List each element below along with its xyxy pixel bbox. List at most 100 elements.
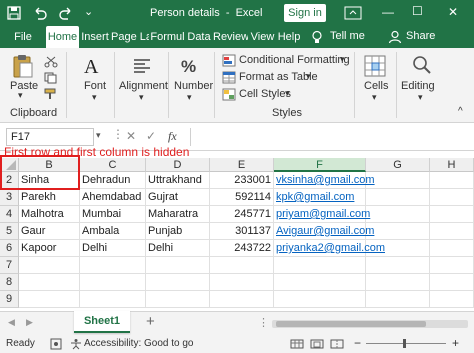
tab-review[interactable]: Review: [213, 26, 248, 48]
zoom-out-button[interactable]: −: [354, 336, 361, 350]
page-break-preview-icon[interactable]: [330, 339, 344, 349]
cell-styles-button[interactable]: Cell Styles: [239, 88, 291, 100]
column-header-f[interactable]: F: [274, 158, 366, 172]
cell-g7[interactable]: [366, 257, 430, 274]
scrollbar-thumb[interactable]: [276, 321, 426, 327]
alignment-group-label[interactable]: Alignment: [119, 80, 168, 92]
cell-d6[interactable]: Delhi: [146, 240, 210, 257]
name-box[interactable]: F17: [6, 128, 94, 146]
cell-f5[interactable]: Avigaur@gmail.com: [274, 223, 374, 240]
column-header-c[interactable]: C: [80, 158, 146, 172]
tab-data[interactable]: Data: [186, 26, 212, 48]
new-sheet-button[interactable]: +: [146, 313, 155, 330]
cell-c8[interactable]: [80, 274, 146, 291]
cell-f7[interactable]: [274, 257, 366, 274]
zoom-slider-thumb[interactable]: [403, 339, 406, 348]
cell-e2[interactable]: 233001: [210, 172, 274, 189]
cells-dropdown-icon[interactable]: ▾: [372, 92, 377, 103]
cell-c4[interactable]: Mumbai: [80, 206, 146, 223]
tell-me-search[interactable]: Tell me: [330, 30, 365, 42]
editing-group-label[interactable]: Editing: [401, 80, 435, 92]
previous-sheet-icon[interactable]: ◀: [8, 317, 15, 328]
insert-function-button[interactable]: fx: [168, 129, 177, 144]
cell-h6[interactable]: [430, 240, 474, 257]
next-sheet-icon[interactable]: ▶: [26, 317, 33, 328]
cell-d9[interactable]: [146, 291, 210, 308]
cell-b3[interactable]: Parekh: [19, 189, 80, 206]
cell-g9[interactable]: [366, 291, 430, 308]
sheet-options-icon[interactable]: ⋮: [258, 316, 269, 329]
row-header[interactable]: 5: [0, 223, 19, 240]
cell-e5[interactable]: 301137: [210, 223, 274, 240]
column-header-g[interactable]: G: [366, 158, 430, 172]
minimize-icon[interactable]: —: [382, 5, 394, 19]
column-header-b[interactable]: B: [19, 158, 80, 172]
cell-h5[interactable]: [430, 223, 474, 240]
tab-file[interactable]: File: [2, 26, 44, 48]
font-dropdown-icon[interactable]: ▾: [92, 92, 97, 103]
cell-f8[interactable]: [274, 274, 366, 291]
ribbon-display-icon[interactable]: [344, 6, 362, 20]
number-dropdown-icon[interactable]: ▾: [187, 92, 192, 103]
column-header-h[interactable]: H: [430, 158, 474, 172]
cell-e4[interactable]: 245771: [210, 206, 274, 223]
cell-e7[interactable]: [210, 257, 274, 274]
format-as-table-dropdown-icon[interactable]: ▾: [306, 71, 311, 82]
cell-styles-dropdown-icon[interactable]: ▾: [285, 88, 290, 99]
row-header[interactable]: 3: [0, 189, 19, 206]
cell-g4[interactable]: [366, 206, 430, 223]
cell-c7[interactable]: [80, 257, 146, 274]
select-all-button[interactable]: [0, 158, 19, 172]
cell-d3[interactable]: Gujrat: [146, 189, 210, 206]
macro-record-icon[interactable]: [50, 338, 62, 350]
cell-c2[interactable]: Dehradun: [80, 172, 146, 189]
cell-c9[interactable]: [80, 291, 146, 308]
paste-dropdown-icon[interactable]: ▾: [18, 90, 23, 101]
alignment-icon[interactable]: [132, 56, 152, 76]
copy-icon[interactable]: [44, 72, 58, 84]
share-button[interactable]: Share: [406, 30, 435, 42]
cell-h7[interactable]: [430, 257, 474, 274]
accessibility-status[interactable]: Accessibility: Good to go: [84, 338, 194, 349]
redo-icon[interactable]: [58, 5, 74, 21]
cell-b8[interactable]: [19, 274, 80, 291]
cell-g6[interactable]: [366, 240, 430, 257]
zoom-slider[interactable]: [366, 343, 446, 344]
paste-label[interactable]: Paste: [10, 80, 38, 92]
editing-dropdown-icon[interactable]: ▾: [418, 92, 423, 103]
cell-b5[interactable]: Gaur: [19, 223, 80, 240]
cell-h3[interactable]: [430, 189, 474, 206]
cells-group-label[interactable]: Cells: [364, 80, 388, 92]
column-header-e[interactable]: E: [210, 158, 274, 172]
cell-b7[interactable]: [19, 257, 80, 274]
cell-h8[interactable]: [430, 274, 474, 291]
alignment-dropdown-icon[interactable]: ▾: [139, 92, 144, 103]
normal-view-icon[interactable]: [290, 339, 304, 349]
sheet-tab-sheet1[interactable]: Sheet1: [74, 311, 130, 333]
name-box-dropdown-icon[interactable]: ▾: [96, 130, 101, 141]
row-header[interactable]: 8: [0, 274, 19, 291]
page-layout-view-icon[interactable]: [310, 339, 324, 349]
column-header-d[interactable]: D: [146, 158, 210, 172]
tab-insert[interactable]: Insert: [80, 26, 110, 48]
close-icon[interactable]: ✕: [448, 5, 458, 19]
cell-h9[interactable]: [430, 291, 474, 308]
cell-d8[interactable]: [146, 274, 210, 291]
row-header[interactable]: 9: [0, 291, 19, 308]
tab-help[interactable]: Help: [277, 26, 301, 48]
save-icon[interactable]: [6, 5, 22, 21]
cell-f4[interactable]: priyam@gmail.com: [274, 206, 370, 223]
cell-d4[interactable]: Maharatra: [146, 206, 210, 223]
number-format-icon[interactable]: %: [180, 55, 200, 77]
row-header[interactable]: 2: [0, 172, 19, 189]
cell-e9[interactable]: [210, 291, 274, 308]
cell-e8[interactable]: [210, 274, 274, 291]
undo-icon[interactable]: [32, 5, 48, 21]
cell-e3[interactable]: 592114: [210, 189, 274, 206]
cell-e6[interactable]: 243722: [210, 240, 274, 257]
cell-f6[interactable]: priyanka2@gmail.com: [274, 240, 385, 257]
cancel-icon[interactable]: ✕: [126, 129, 136, 143]
cell-b6[interactable]: Kapoor: [19, 240, 80, 257]
row-header[interactable]: 4: [0, 206, 19, 223]
tab-view[interactable]: View: [249, 26, 276, 48]
